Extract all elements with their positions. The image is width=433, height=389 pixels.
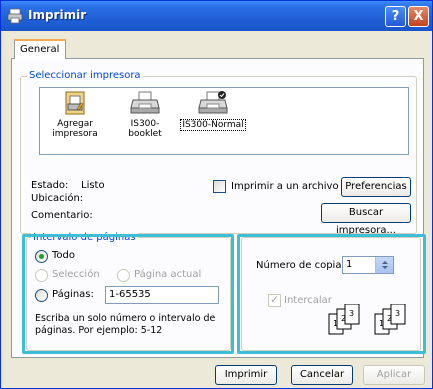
copies-spinner[interactable] [375, 257, 393, 273]
page-range-pages-radio[interactable] [35, 289, 48, 302]
pages-input[interactable]: 1-65535 [105, 286, 219, 304]
collate-page-number: 1 [333, 319, 338, 328]
close-button[interactable]: X [408, 6, 429, 27]
print-to-file-checkbox[interactable] [213, 180, 226, 193]
collate-page-number: 2 [341, 314, 346, 323]
page-range-current-label[interactable]: Página actual [134, 269, 201, 280]
printer-label-selected: IS300-Normal [180, 119, 246, 131]
collate-pages-icon: 1 2 3 1 2 3 [328, 304, 406, 335]
printer-label: IS300-booklet [128, 119, 162, 139]
printer-label-line2: impresora [52, 129, 98, 139]
title-bar[interactable]: Imprimir ? X [1, 1, 432, 31]
comment-label: Comentario: [31, 210, 93, 221]
print-button[interactable]: Imprimir [215, 365, 277, 385]
copies-input[interactable]: 1 [342, 256, 394, 274]
spin-up-down-icon [382, 261, 388, 269]
cancel-button-label: Cancelar [299, 369, 345, 380]
apply-button-label: Aplicar [376, 369, 412, 380]
print-button-label: Imprimir [224, 369, 268, 380]
printer-icon [130, 91, 160, 114]
collate-page-number: 2 [387, 314, 392, 323]
select-printer-group: Seleccionar impresora Agregar impresora [20, 70, 417, 236]
find-printer-button[interactable]: Buscar impresora... [321, 203, 411, 236]
status-label: Estado: [31, 180, 69, 191]
add-printer-icon [65, 91, 85, 115]
help-button[interactable]: ? [385, 6, 406, 27]
status-value: Listo [81, 180, 105, 191]
printer-item-is300-booklet[interactable]: IS300-booklet [114, 90, 176, 139]
default-printer-icon [198, 91, 228, 114]
page-range-current-radio[interactable] [117, 269, 130, 282]
find-printer-button-label: Buscar impresora... [335, 207, 396, 236]
copies-group: Número de copias: 1 ✓ Intercalar 1 2 3 1… [241, 237, 421, 351]
collate-page-number: 1 [379, 319, 384, 328]
copies-input-value: 1 [346, 259, 353, 270]
page-range-all-radio[interactable] [35, 250, 48, 263]
page-range-group: Intervalo de páginas Todo Selección Pági… [26, 232, 231, 351]
printer-item-add[interactable]: Agregar impresora [50, 90, 100, 139]
location-label: Ubicación: [31, 193, 84, 204]
printer-icon [7, 8, 23, 24]
collate-checkbox[interactable]: ✓ [268, 293, 281, 307]
select-printer-legend: Seleccionar impresora [27, 70, 143, 81]
collate-page-number: 3 [395, 309, 400, 318]
apply-button[interactable]: Aplicar [363, 365, 425, 385]
page-range-all-label[interactable]: Todo [52, 250, 75, 261]
page-range-hint-line2: páginas. Por ejemplo: 5-12 [35, 325, 163, 336]
print-dialog: Imprimir ? X General Seleccionar impreso… [0, 0, 433, 389]
cancel-button[interactable]: Cancelar [291, 365, 353, 385]
printer-item-is300-normal[interactable]: IS300-Normal [180, 90, 246, 131]
page-range-hint-line1: Escriba un solo número o intervalo de [35, 313, 216, 324]
preferences-button[interactable]: Preferencias [341, 177, 411, 197]
preferences-button-label: Preferencias [345, 181, 407, 192]
printer-list[interactable]: Agregar impresora IS300-booklet IS300-No… [39, 87, 409, 155]
close-icon: X [413, 9, 424, 24]
tab-general[interactable]: General [14, 39, 66, 59]
printer-label: Agregar [57, 119, 93, 129]
page-range-pages-label[interactable]: Páginas: [52, 289, 94, 300]
page-range-legend: Intervalo de páginas [31, 232, 138, 243]
window-title: Imprimir [28, 8, 87, 22]
general-tab-panel: Seleccionar impresora Agregar impresora [11, 58, 424, 358]
tab-general-label: General [20, 44, 60, 55]
page-range-selection-radio[interactable] [35, 269, 48, 282]
pages-input-value: 1-65535 [109, 289, 151, 300]
copies-label: Número de copias: [256, 260, 351, 271]
print-to-file-label[interactable]: Imprimir a un archivo [231, 181, 339, 192]
collate-label[interactable]: Intercalar [284, 295, 332, 306]
collate-page-number: 3 [349, 309, 354, 318]
page-range-selection-label[interactable]: Selección [52, 269, 100, 280]
help-icon: ? [391, 9, 400, 24]
